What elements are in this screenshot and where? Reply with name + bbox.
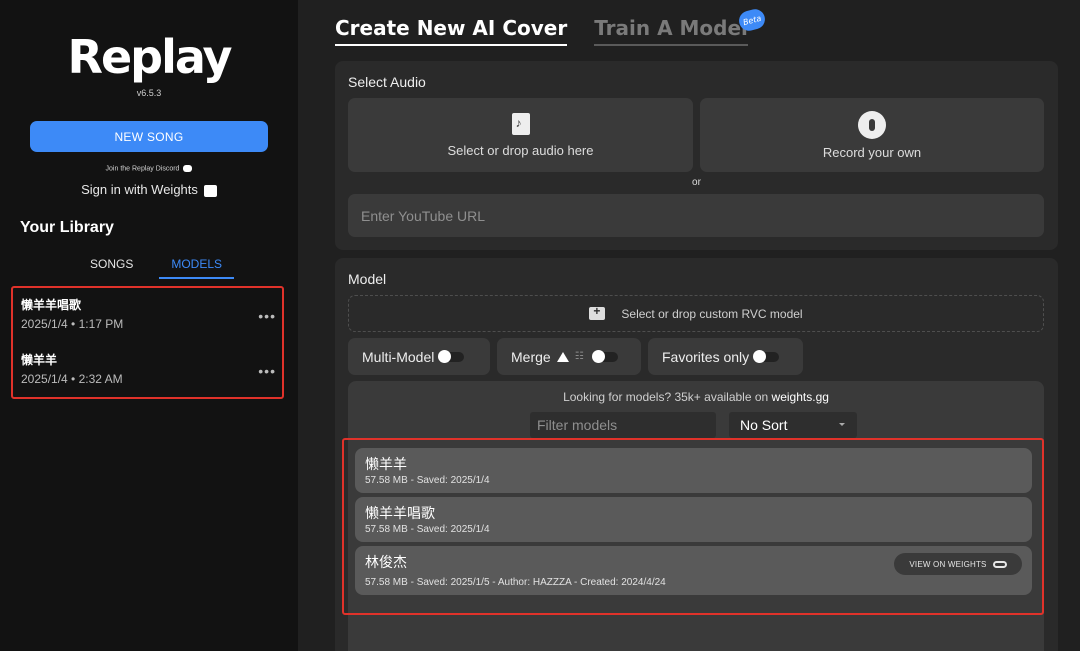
library-title: Your Library [20,219,114,236]
model-list: 懒羊羊 57.58 MB - Saved: 2025/1/4 懒羊羊唱歌 57.… [342,438,1044,615]
merge-toggle[interactable]: Merge ☷ [497,338,641,375]
weights-promo-text: Looking for models? 35k+ available on [563,390,772,404]
model-name: 懒羊羊 [365,456,407,472]
discord-label: Join the Replay Discord [105,165,180,173]
filter-models-input[interactable] [530,412,716,438]
model-name: 林俊杰 [365,554,407,570]
model-card[interactable]: 林俊杰 57.58 MB - Saved: 2025/1/5 - Author:… [355,546,1032,595]
new-song-button[interactable]: NEW SONG [30,121,268,152]
app-version: v6.5.3 [136,88,162,98]
youtube-url-input[interactable] [348,194,1044,237]
chevron-down-icon [839,423,845,426]
library-item-name: 懒羊羊 [21,353,58,367]
sign-in-label: Sign in with Weights [81,182,198,197]
select-audio-title: Select Audio [348,74,426,90]
select-audio-panel: Select Audio Select or drop audio here R… [335,61,1058,250]
sign-in-weights-button[interactable]: Sign in with Weights [0,182,298,197]
multi-model-toggle[interactable]: Multi-Model [348,338,490,375]
model-meta: 57.58 MB - Saved: 2025/1/4 [365,524,490,535]
tab-train-model[interactable]: Train A Model Beta [594,6,768,46]
custom-rvc-drop-zone[interactable]: Select or drop custom RVC model [348,295,1044,332]
merge-switch[interactable] [591,349,618,363]
list-item[interactable]: 懒羊羊 2025/1/4 • 2:32 AM ••• [21,351,276,386]
audio-drop-zone[interactable]: Select or drop audio here [348,98,693,172]
weights-icon [203,184,217,197]
folder-add-icon [589,304,606,320]
library-item-name: 懒羊羊唱歌 [21,298,82,312]
record-button[interactable]: Record your own [700,98,1044,172]
favorites-label: Favorites only [662,348,750,365]
library-tabs: SONGS MODELS [78,255,235,279]
view-on-weights-label: VIEW ON WEIGHTS [909,559,987,569]
discord-icon [183,165,193,172]
tab-models[interactable]: MODELS [159,255,235,279]
audio-file-icon [511,112,530,135]
merge-label: Merge [511,348,551,365]
main-tabs: Create New AI Cover Train A Model Beta [335,6,768,46]
custom-rvc-label: Select or drop custom RVC model [621,306,803,321]
model-meta: 57.58 MB - Saved: 2025/1/5 - Author: HAZ… [365,577,666,588]
sort-value: No Sort [740,417,788,433]
discord-link[interactable]: Join the Replay Discord [0,165,298,172]
sort-select[interactable]: No Sort [729,412,857,438]
favorites-switch[interactable] [753,349,780,363]
tab-train-label: Train A Model [594,16,748,40]
weights-link[interactable]: weights.gg [772,390,829,404]
link-icon [992,560,1007,568]
model-meta: 57.58 MB - Saved: 2025/1/4 [365,475,490,486]
library-list: 懒羊羊唱歌 2025/1/4 • 1:17 PM ••• 懒羊羊 2025/1/… [11,286,284,399]
model-card[interactable]: 懒羊羊 57.58 MB - Saved: 2025/1/4 [355,448,1032,493]
model-name: 懒羊羊唱歌 [365,505,435,521]
weights-promo: Looking for models? 35k+ available on we… [348,390,1044,404]
tab-songs[interactable]: SONGS [78,255,145,279]
sidebar: Replay v6.5.3 NEW SONG Join the Replay D… [0,0,298,651]
record-label: Record your own [822,144,922,160]
list-item[interactable]: 懒羊羊唱歌 2025/1/4 • 1:17 PM ••• [21,296,276,331]
or-divider: or [692,177,701,188]
library-item-date: 2025/1/4 • 2:32 AM [21,372,123,386]
multi-model-label: Multi-Model [362,348,435,365]
more-options-icon[interactable]: ••• [258,308,276,324]
model-title: Model [348,271,387,287]
replay-logo: Replay [67,30,233,84]
tab-create-cover[interactable]: Create New AI Cover [335,16,568,46]
favorites-toggle[interactable]: Favorites only [648,338,803,375]
microphone-icon [858,110,886,139]
library-item-date: 2025/1/4 • 1:17 PM [21,317,124,331]
model-card[interactable]: 懒羊羊唱歌 57.58 MB - Saved: 2025/1/4 [355,497,1032,542]
view-on-weights-button[interactable]: VIEW ON WEIGHTS [894,553,1022,575]
audio-drop-label: Select or drop audio here [447,142,594,158]
warning-icon [556,351,569,362]
more-options-icon[interactable]: ••• [258,363,276,379]
multi-model-switch[interactable] [438,349,465,363]
list-icon: ☷ [574,351,584,362]
